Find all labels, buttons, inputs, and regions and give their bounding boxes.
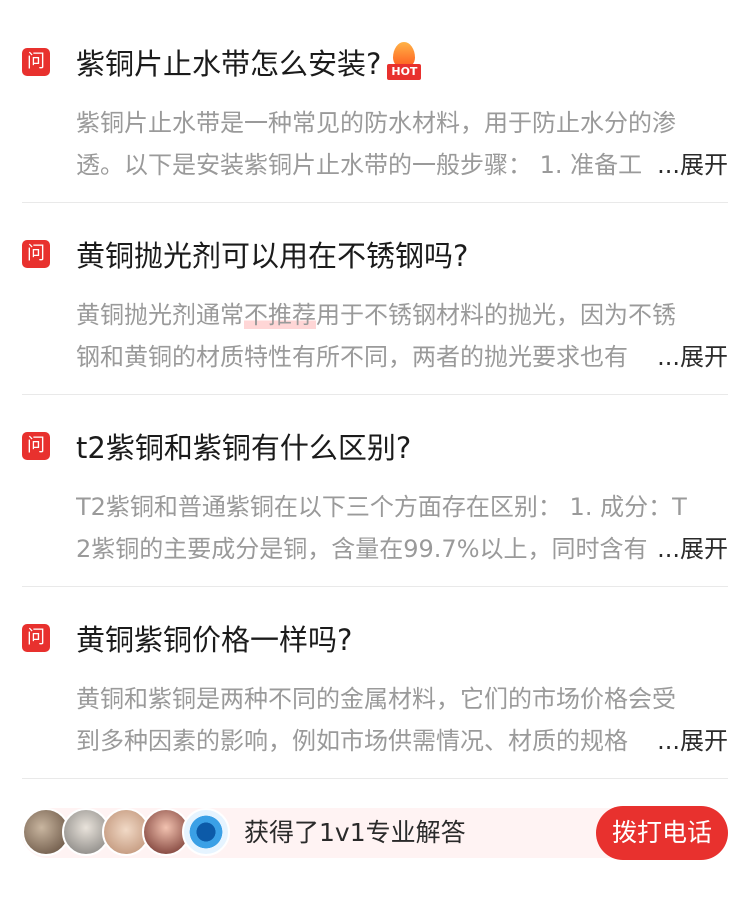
- answer-preview: 黄铜和紫铜是两种不同的金属材料，它们的市场价格会受 到多种因素的影响，例如市场供…: [76, 678, 728, 762]
- question-title[interactable]: t2紫铜和紫铜有什么区别?: [76, 425, 411, 467]
- qa-list-page: 问 紫铜片止水带怎么安装? HOT 紫铜片止水带是一种常见的防水材料，用于防止水…: [0, 0, 750, 910]
- hot-flame-icon: HOT: [387, 42, 422, 82]
- highlighted-text: 不推荐: [244, 301, 316, 329]
- question-badge-icon: 问: [22, 240, 50, 268]
- answer-line: 透。以下是安装紫铜片止水带的一般步骤： 1. 准备工: [76, 151, 643, 179]
- answer-preview: 紫铜片止水带是一种常见的防水材料，用于防止水分的渗 透。以下是安装紫铜片止水带的…: [76, 102, 728, 186]
- answer-line: 黄铜和紫铜是两种不同的金属材料，它们的市场价格会受: [76, 685, 676, 713]
- qa-item[interactable]: 问 t2紫铜和紫铜有什么区别? T2紫铜和普通紫铜在以下三个方面存在区别： 1.…: [22, 420, 728, 570]
- divider: [22, 586, 728, 587]
- qa-item[interactable]: 问 黄铜抛光剂可以用在不锈钢吗? 黄铜抛光剂通常不推荐用于不锈钢材料的抛光，因为…: [22, 228, 728, 378]
- hot-label: HOT: [387, 64, 422, 80]
- question-badge-icon: 问: [22, 624, 50, 652]
- expand-link[interactable]: ...展开: [653, 336, 728, 378]
- answer-line: 黄铜抛光剂通常不推荐用于不锈钢材料的抛光，因为不锈: [76, 294, 728, 336]
- answer-line: 到多种因素的影响，例如市场供需情况、材质的规格: [76, 727, 628, 755]
- call-button[interactable]: 拨打电话: [596, 806, 728, 860]
- answer-preview: T2紫铜和普通紫铜在以下三个方面存在区别： 1. 成分：T 2紫铜的主要成分是铜…: [76, 486, 728, 570]
- question-title[interactable]: 黄铜紫铜价格一样吗?: [76, 617, 352, 659]
- divider: [22, 778, 728, 779]
- answer-preview: 黄铜抛光剂通常不推荐用于不锈钢材料的抛光，因为不锈 钢和黄铜的材质特性有所不同，…: [76, 294, 728, 378]
- divider: [22, 394, 728, 395]
- question-title[interactable]: 紫铜片止水带怎么安装?: [76, 41, 381, 83]
- question-row[interactable]: 问 紫铜片止水带怎么安装? HOT: [22, 36, 728, 88]
- question-row[interactable]: 问 t2紫铜和紫铜有什么区别?: [22, 420, 728, 472]
- expand-link[interactable]: ...展开: [653, 144, 728, 186]
- question-badge-icon: 问: [22, 48, 50, 76]
- answer-line: 钢和黄铜的材质特性有所不同，两者的抛光要求也有: [76, 343, 628, 371]
- consult-text: 获得了1v1专业解答: [244, 818, 466, 847]
- question-row[interactable]: 问 黄铜抛光剂可以用在不锈钢吗?: [22, 228, 728, 280]
- answer-text: 用于不锈钢材料的抛光，因为不锈: [316, 301, 676, 329]
- answer-text: 黄铜抛光剂通常: [76, 301, 244, 329]
- answer-line: T2紫铜和普通紫铜在以下三个方面存在区别： 1. 成分：T: [76, 493, 687, 521]
- expand-link[interactable]: ...展开: [653, 720, 728, 762]
- avatar: [182, 808, 230, 856]
- question-badge-icon: 问: [22, 432, 50, 460]
- question-row[interactable]: 问 黄铜紫铜价格一样吗?: [22, 612, 728, 664]
- consult-bar[interactable]: 获得了1v1专业解答 拨打电话: [22, 806, 728, 860]
- answer-line: 紫铜片止水带是一种常见的防水材料，用于防止水分的渗: [76, 109, 676, 137]
- qa-item[interactable]: 问 黄铜紫铜价格一样吗? 黄铜和紫铜是两种不同的金属材料，它们的市场价格会受 到…: [22, 612, 728, 762]
- question-title[interactable]: 黄铜抛光剂可以用在不锈钢吗?: [76, 233, 468, 275]
- expand-link[interactable]: ...展开: [653, 528, 728, 570]
- qa-item[interactable]: 问 紫铜片止水带怎么安装? HOT 紫铜片止水带是一种常见的防水材料，用于防止水…: [22, 36, 728, 186]
- divider: [22, 202, 728, 203]
- answer-line: 2紫铜的主要成分是铜，含量在99.7%以上，同时含有: [76, 535, 648, 563]
